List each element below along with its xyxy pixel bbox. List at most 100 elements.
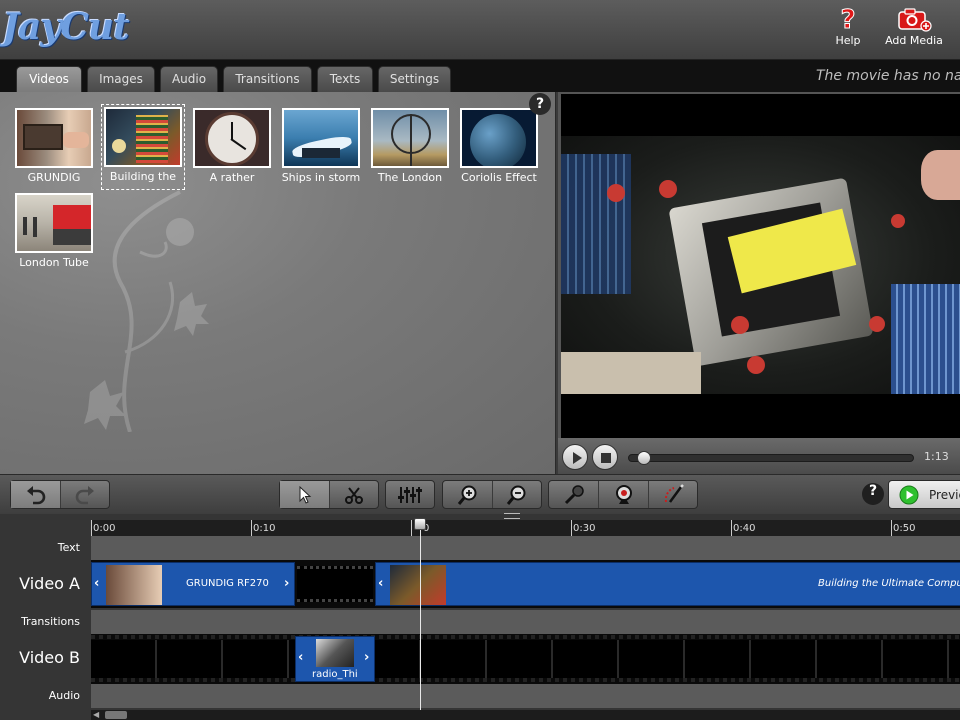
clip-label: Building the [109,170,177,183]
tab-videos[interactable]: Videos [16,66,82,92]
record-tools-group [548,480,698,509]
text-track[interactable] [91,536,960,560]
library-clip[interactable]: The London [370,108,450,184]
library-clip[interactable]: Coriolis Effect [459,108,539,184]
clip-thumbnail [193,108,271,168]
track-label-text: Text [57,541,80,554]
transitions-track[interactable] [91,610,960,634]
playhead-line[interactable] [420,522,421,712]
clip-thumb [390,565,446,605]
clip-thumbnail [15,108,93,168]
toolbar-help-icon[interactable]: ? [862,483,884,505]
zoom-out-icon [506,485,526,505]
ruler-label: 0:30 [573,523,596,534]
play-circle-icon [899,485,919,505]
help-button[interactable]: ? Help [830,6,866,47]
zoom-in-icon [457,485,476,505]
playback-controls: 1:13 [558,438,960,474]
timeline-scrollbar[interactable]: ◀ [91,710,960,720]
help-icon: ? [840,6,856,32]
clip-label: London Tube [19,256,89,269]
select-tools-group [279,480,379,509]
library-clip[interactable]: Ships in storm [281,108,361,184]
clip-name: radio_Thi [312,669,358,680]
video-b-track[interactable]: ‹ radio_Thi › [91,634,960,684]
record-voice-button[interactable] [549,481,599,508]
select-tool-button[interactable] [280,481,330,508]
add-media-button[interactable]: Add Media [884,6,944,47]
playback-time: 1:13 [924,450,949,463]
redo-button[interactable] [61,481,109,508]
movie-status-text: The movie has no na [816,68,960,84]
help-label: Help [835,34,861,47]
app-header: JayCut ? Help Add Media [0,0,960,60]
playhead-handle[interactable] [414,518,426,530]
timeline-clip-radio[interactable]: ‹ radio_Thi › [295,636,375,682]
tab-transitions[interactable]: Transitions [223,66,312,92]
webcam-button[interactable] [599,481,649,508]
jaycut-logo: JayCut [2,6,130,48]
track-label-video-a: Video A [19,574,80,593]
tab-images[interactable]: Images [87,66,155,92]
clip-thumbnail [460,108,538,168]
clip-label: The London [377,171,443,184]
clip-thumb [106,565,162,605]
webcam-icon [615,484,632,504]
draw-effect-button[interactable] [649,481,697,508]
redo-icon [75,485,94,504]
video-screen[interactable] [561,94,960,438]
audio-track[interactable] [91,684,960,708]
clip-thumb [316,639,354,667]
audio-mixer-button[interactable] [386,481,434,508]
trim-left-icon[interactable]: ‹ [378,576,383,591]
mixer-sliders-icon [398,486,422,503]
library-clip[interactable]: London Tube [14,193,94,269]
time-ruler[interactable]: 0:00 0:10 0 0:30 0:40 0:50 [91,520,960,536]
clip-label: Ships in storm [281,171,361,184]
scissors-icon [345,486,363,504]
trim-left-icon[interactable]: ‹ [94,576,99,591]
preview-button[interactable]: Previe [888,480,960,509]
trim-right-icon[interactable]: › [364,650,369,665]
tab-audio[interactable]: Audio [160,66,218,92]
track-label-audio: Audio [48,689,80,702]
zoom-group [442,480,542,509]
library-clip-selected[interactable]: Building the [101,104,185,190]
scrollbar-thumb[interactable] [105,711,127,719]
cut-tool-button[interactable] [330,481,378,508]
timeline-clip-building[interactable]: ‹ Building the Ultimate Comput [375,562,960,606]
stop-icon [601,453,611,463]
play-button[interactable] [562,444,588,470]
clip-thumbnail [104,107,182,167]
timeline-panel: 0:00 0:10 0 0:30 0:40 0:50 Text Video A … [0,513,960,720]
undo-button[interactable] [11,481,61,508]
timeline-clip-grundig[interactable]: ‹ GRUNDIG RF270 › [91,562,295,606]
library-clip[interactable]: GRUNDIG [14,108,94,184]
edit-toolbar: ? Previe [0,474,960,514]
library-help-icon[interactable]: ? [529,93,551,115]
clip-label: GRUNDIG [27,171,81,184]
clip-label: Coriolis Effect [461,171,537,184]
zoom-out-button[interactable] [493,481,541,508]
scroll-left-icon[interactable]: ◀ [93,710,99,719]
clip-thumbnail [282,108,360,168]
tab-settings[interactable]: Settings [378,66,451,92]
history-group [10,480,110,509]
trim-left-icon[interactable]: ‹ [298,650,303,665]
video-a-track[interactable]: ‹ GRUNDIG RF270 › ‹ Building the Ultimat… [91,560,960,608]
library-clip[interactable]: A rather [192,108,272,184]
camera-add-icon [898,8,932,32]
stop-button[interactable] [592,444,618,470]
playback-scrubber[interactable] [628,454,914,462]
track-label-video-b: Video B [19,648,80,667]
preview-label: Previe [929,488,960,502]
panel-resize-grip[interactable] [504,513,520,519]
tab-texts[interactable]: Texts [317,66,373,92]
zoom-in-button[interactable] [443,481,493,508]
ruler-label: 0:00 [93,523,116,534]
undo-icon [26,485,45,504]
scrubber-handle[interactable] [636,451,651,465]
clip-label: A rather [209,171,255,184]
clip-thumbnail [371,108,449,168]
trim-right-icon[interactable]: › [284,576,289,591]
